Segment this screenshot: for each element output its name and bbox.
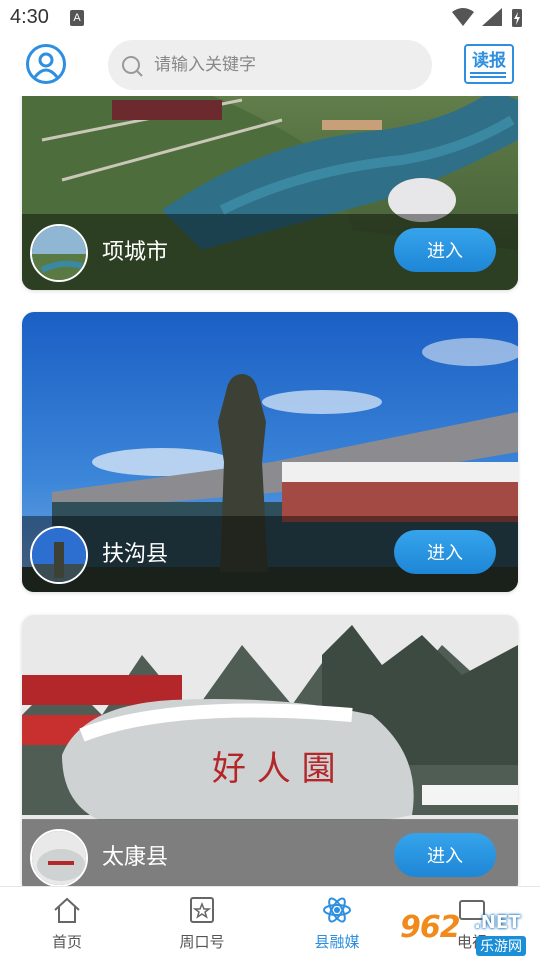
county-list[interactable]: 项城市 进入 扶沟县 进入 好 人 園 太康县 进入 bbox=[0, 96, 540, 886]
search-input[interactable] bbox=[154, 40, 414, 90]
top-header: 读报 bbox=[0, 36, 540, 96]
watermark-domain: .NET bbox=[474, 912, 521, 933]
read-newspaper-label: 读报 bbox=[472, 51, 506, 71]
tab-county-media[interactable]: 县融媒 bbox=[292, 895, 382, 957]
county-thumbnail bbox=[30, 224, 88, 282]
svg-text:好 人 園: 好 人 園 bbox=[212, 749, 336, 789]
enter-button[interactable]: 进入 bbox=[394, 228, 496, 272]
search-icon bbox=[122, 56, 143, 77]
signal-icon bbox=[482, 8, 502, 26]
tab-zhoukou[interactable]: 周口号 bbox=[157, 895, 247, 957]
tab-home[interactable]: 首页 bbox=[22, 895, 112, 957]
watermark-site: 乐游网 bbox=[476, 936, 526, 956]
star-badge-icon bbox=[190, 897, 214, 923]
tab-label: 县融媒 bbox=[314, 933, 360, 951]
status-icons bbox=[452, 8, 522, 27]
county-card[interactable]: 项城市 进入 bbox=[22, 96, 518, 290]
wifi-icon bbox=[452, 8, 474, 26]
county-card[interactable]: 扶沟县 进入 bbox=[22, 312, 518, 592]
home-icon bbox=[54, 897, 80, 923]
county-name: 太康县 bbox=[102, 845, 169, 870]
county-thumbnail bbox=[30, 526, 88, 584]
county-thumbnail bbox=[30, 829, 88, 886]
tab-label: 首页 bbox=[51, 933, 82, 951]
status-time: 4:30 bbox=[10, 6, 49, 28]
enter-button[interactable]: 进入 bbox=[394, 833, 496, 877]
watermark-logo: 962 bbox=[400, 910, 461, 945]
notification-a-icon: A bbox=[70, 10, 84, 26]
tab-label: 周口号 bbox=[179, 933, 225, 951]
status-bar: 4:30 A bbox=[0, 0, 540, 36]
enter-button[interactable]: 进入 bbox=[394, 530, 496, 574]
user-avatar-button[interactable] bbox=[26, 44, 66, 84]
site-watermark: 962 .NET 乐游网 bbox=[400, 906, 536, 956]
read-newspaper-button[interactable]: 读报 bbox=[464, 44, 514, 84]
search-bar[interactable] bbox=[108, 40, 432, 90]
atom-icon bbox=[323, 897, 351, 923]
county-card[interactable]: 好 人 園 太康县 进入 bbox=[22, 615, 518, 886]
county-name: 扶沟县 bbox=[102, 542, 169, 567]
county-name: 项城市 bbox=[102, 240, 169, 265]
user-icon bbox=[33, 52, 59, 78]
